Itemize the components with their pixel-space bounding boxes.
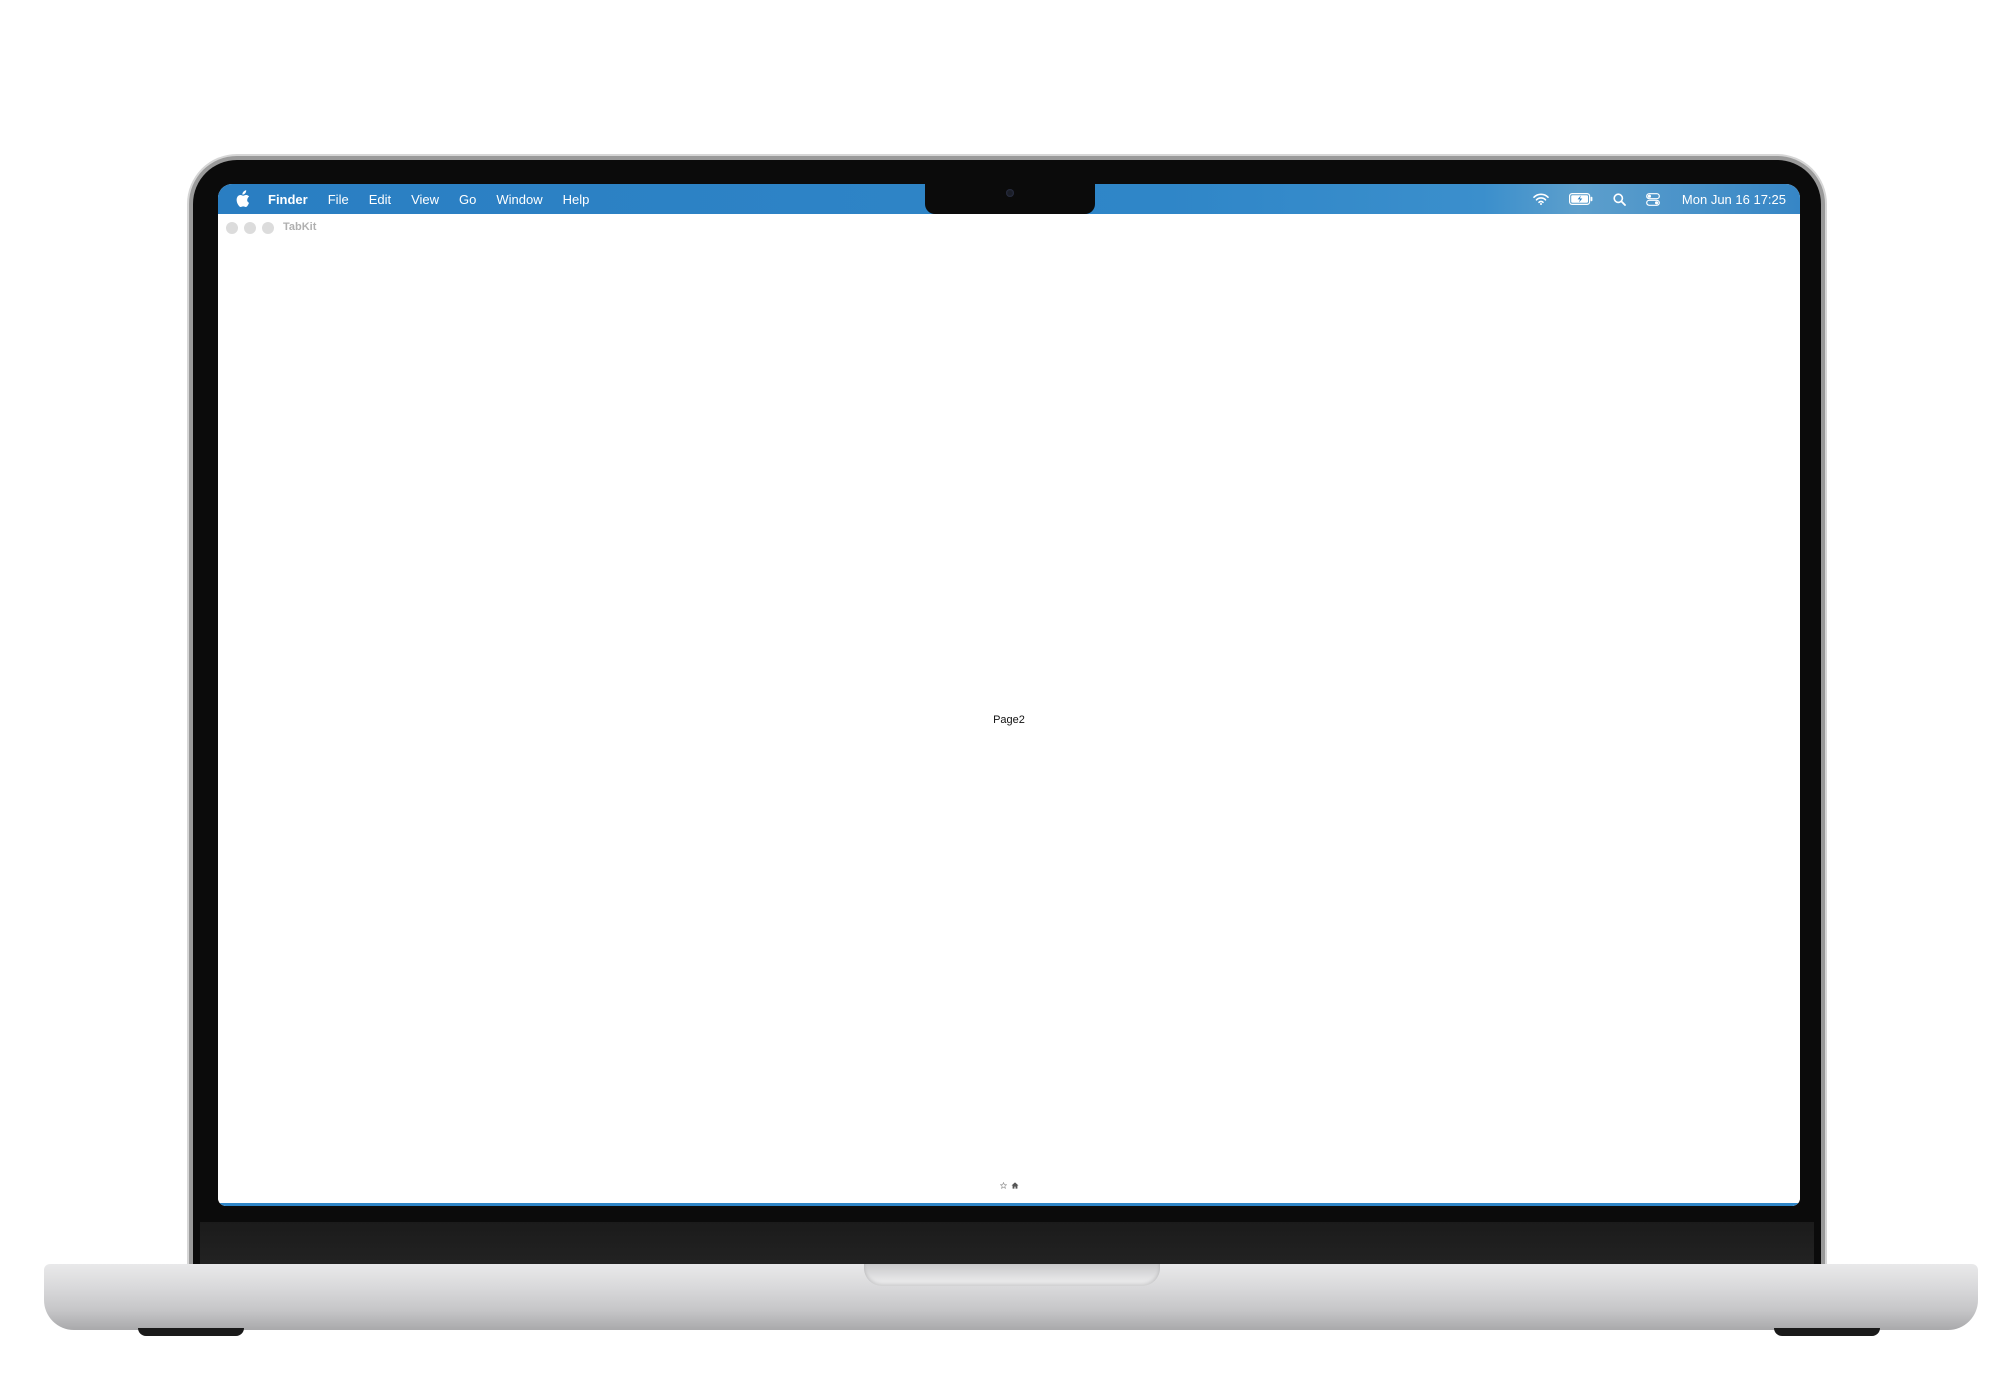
laptop-foot-left [138,1328,244,1336]
wifi-icon[interactable] [1533,193,1549,205]
menu-bar-right: Mon Jun 16 17:25 [1513,184,1800,214]
tab-bar [218,1182,1800,1189]
menu-edit[interactable]: Edit [369,192,391,207]
zoom-button[interactable] [262,222,274,234]
control-center-icon[interactable] [1646,192,1660,206]
menu-bar: Finder File Edit View Go Window Help Mon… [218,184,1800,214]
screen: Finder File Edit View Go Window Help Mon… [218,184,1800,1206]
search-icon[interactable] [1613,192,1626,206]
camera-notch [925,184,1095,214]
desktop-mockup: Finder File Edit View Go Window Help Mon… [0,0,2010,1386]
laptop-bezel-bottom [200,1222,1814,1264]
battery-icon[interactable] [1568,193,1593,205]
star-icon[interactable] [999,1182,1007,1189]
lid-opening-notch [864,1264,1160,1286]
menu-view[interactable]: View [411,192,439,207]
laptop-base [44,1264,1978,1330]
laptop-foot-right [1774,1328,1880,1336]
menu-window[interactable]: Window [496,192,542,207]
menu-bar-left: Finder File Edit View Go Window Help [218,184,609,214]
page-content-label: Page2 [993,714,1025,726]
menu-file[interactable]: File [328,192,349,207]
minimize-button[interactable] [244,222,256,234]
apple-icon[interactable] [234,190,250,208]
app-window: TabKit Page2 [218,214,1800,1206]
camera-icon [1006,189,1014,197]
menu-app-name[interactable]: Finder [268,192,308,207]
window-title: TabKit [283,221,317,233]
menu-bar-clock[interactable]: Mon Jun 16 17:25 [1682,192,1786,207]
menu-help[interactable]: Help [563,192,590,207]
home-icon[interactable] [1011,1182,1019,1189]
close-button[interactable] [226,222,238,234]
screen-bottom-edge [218,1203,1800,1206]
menu-go[interactable]: Go [459,192,476,207]
window-controls [226,222,280,234]
